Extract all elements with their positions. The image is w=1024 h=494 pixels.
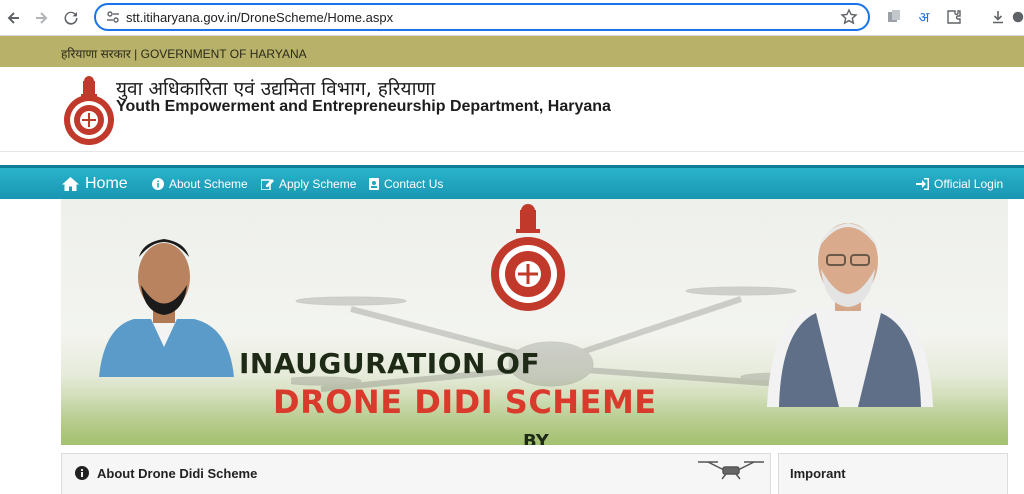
sign-in-icon [916, 177, 929, 190]
banner-yellow-stripe [61, 199, 226, 211]
banner-title-line3: BY [523, 431, 549, 445]
nav-login-label: Official Login [934, 176, 1004, 191]
left-leader-photo [99, 239, 234, 377]
right-leader-photo [767, 223, 933, 407]
about-scheme-panel-title: About Drone Didi Scheme [97, 466, 258, 481]
nav-contact-us[interactable]: Contact Us [369, 168, 443, 199]
main-navbar: Home About Scheme Apply Scheme Contact U… [0, 165, 1024, 199]
extension-puzzle-grey-icon[interactable] [884, 7, 904, 27]
edit-icon [261, 178, 274, 190]
nav-apply-label: Apply Scheme [279, 176, 357, 191]
drone-icon [698, 461, 764, 480]
government-strip: हरियाणा सरकार | GOVERNMENT OF HARYANA [0, 36, 1024, 67]
nav-about-scheme[interactable]: About Scheme [152, 168, 248, 199]
banner-blue-stripe [61, 199, 228, 201]
banner-title-line1: INAUGURATION OF [239, 347, 541, 380]
download-icon[interactable] [988, 7, 1008, 27]
extensions-icon[interactable] [944, 7, 964, 27]
reload-icon[interactable] [60, 7, 82, 29]
site-header: युवा अधिकारिता एवं उद्यमिता विभाग, हरिया… [0, 67, 1024, 152]
translate-icon[interactable]: अ [914, 7, 934, 27]
home-icon [62, 176, 79, 191]
info-circle-icon [75, 466, 89, 480]
address-book-icon [369, 177, 379, 190]
site-info-icon[interactable] [106, 10, 120, 24]
important-panel: Imporant [778, 453, 1008, 494]
nav-contact-label: Contact Us [384, 176, 444, 191]
browser-toolbar: stt.itiharyana.gov.in/DroneScheme/Home.a… [0, 0, 1024, 36]
banner-emblem-logo [491, 204, 565, 311]
url-text[interactable]: stt.itiharyana.gov.in/DroneScheme/Home.a… [126, 10, 393, 25]
about-scheme-panel: About Drone Didi Scheme [61, 453, 771, 494]
address-bar[interactable]: stt.itiharyana.gov.in/DroneScheme/Home.a… [94, 3, 870, 31]
hero-banner: INAUGURATION OF DRONE DIDI SCHEME BY [61, 199, 1008, 445]
nav-home-label: Home [85, 174, 128, 192]
department-title-english: Youth Empowerment and Entrepreneurship D… [116, 98, 611, 115]
government-label: हरियाणा सरकार | GOVERNMENT OF HARYANA [61, 47, 307, 61]
banner-title-line2: DRONE DIDI SCHEME [273, 383, 657, 421]
nav-official-login[interactable]: Official Login [916, 168, 1003, 199]
important-panel-title: Imporant [790, 466, 846, 481]
profile-icon[interactable] [1012, 7, 1024, 27]
info-circle-icon [152, 177, 164, 190]
nav-apply-scheme[interactable]: Apply Scheme [261, 168, 356, 199]
back-icon[interactable] [3, 7, 25, 29]
bookmark-star-icon[interactable] [840, 8, 858, 26]
haryana-emblem-logo [64, 76, 114, 145]
nav-about-label: About Scheme [169, 176, 248, 191]
forward-icon[interactable] [30, 7, 52, 29]
nav-home[interactable]: Home [61, 168, 128, 199]
